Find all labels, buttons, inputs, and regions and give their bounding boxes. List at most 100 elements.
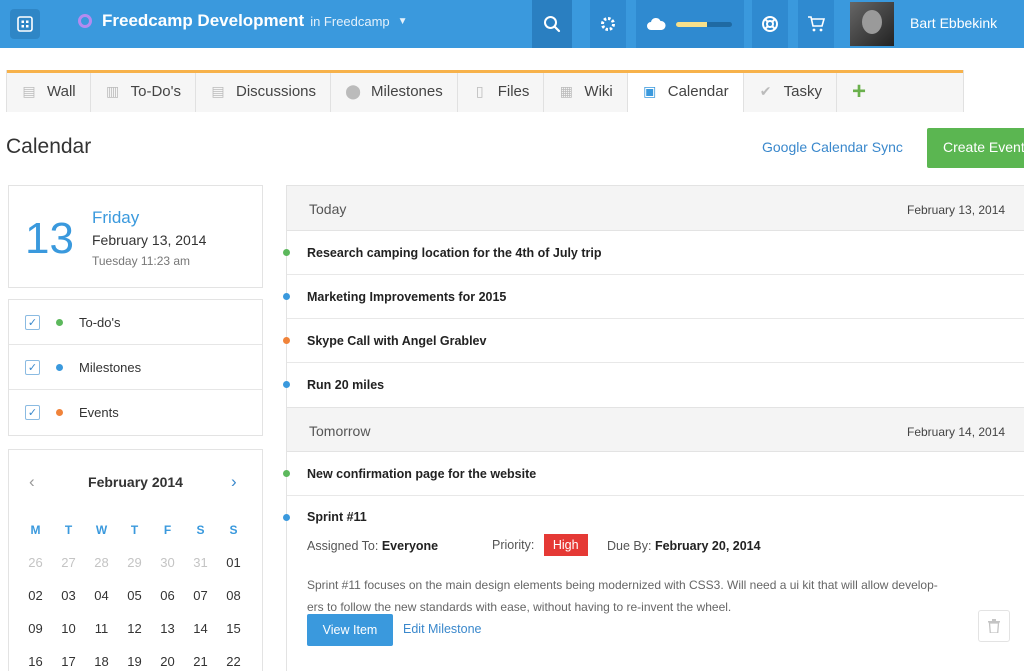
plus-icon: + [851, 77, 866, 105]
agenda-item[interactable]: Skype Call with Angel Grablev [283, 319, 1024, 363]
calendar-day[interactable]: 14 [184, 621, 217, 636]
milestones-icon: ⬤ [345, 83, 361, 99]
edit-milestone-link[interactable]: Edit Milestone [403, 622, 482, 636]
calendar-day[interactable]: 05 [118, 588, 151, 603]
tab-milestones[interactable]: ⬤ Milestones [331, 71, 458, 112]
calendar-day[interactable]: 03 [52, 588, 85, 603]
checkbox-checked-icon[interactable]: ✓ [25, 359, 40, 375]
weekday-header-row: MTWTFSS [19, 513, 251, 546]
calendar-day[interactable]: 04 [85, 588, 118, 603]
discussions-icon: ▤ [211, 83, 225, 99]
tab-wiki[interactable]: ▦ Wiki [544, 71, 628, 112]
chevron-right-icon[interactable]: › [231, 472, 237, 492]
wiki-icon: ▦ [559, 83, 574, 99]
filter-todos[interactable]: ✓ To-do's [9, 300, 262, 345]
calendar-day[interactable]: 20 [151, 654, 184, 669]
calendar-day[interactable]: 29 [118, 555, 151, 570]
cart-button[interactable] [798, 0, 834, 48]
google-calendar-sync-link[interactable]: Google Calendar Sync [762, 139, 903, 155]
project-switcher[interactable]: Freedcamp Development in Freedcamp ▼ [78, 11, 408, 31]
wall-icon: ▤ [22, 83, 36, 99]
calendar-day[interactable]: 27 [52, 555, 85, 570]
tab-label: Calendar [667, 83, 729, 100]
lifebuoy-icon [762, 16, 778, 32]
calendar-day[interactable]: 13 [151, 621, 184, 636]
tab-discussions[interactable]: ▤ Discussions [196, 71, 332, 112]
search-button[interactable] [532, 0, 572, 48]
calendar-day[interactable]: 26 [19, 555, 52, 570]
tab-calendar[interactable]: ▣ Calendar [627, 71, 744, 112]
agenda-item[interactable]: Run 20 miles [283, 363, 1024, 407]
calendar-day[interactable]: 22 [217, 654, 250, 669]
tab-todos[interactable]: ▥ To-Do's [91, 71, 196, 112]
help-button[interactable] [752, 0, 788, 48]
calendar-day[interactable]: 17 [52, 654, 85, 669]
storage-meter [676, 21, 732, 27]
agenda-item[interactable]: New confirmation page for the website [283, 452, 1024, 496]
calendar-icon: ▣ [643, 83, 657, 99]
view-item-button[interactable]: View Item [307, 614, 393, 646]
calendar-day[interactable]: 11 [85, 621, 118, 636]
apps-grid-button[interactable] [10, 9, 40, 39]
tab-label: Files [497, 83, 530, 100]
milestone-dot [56, 363, 63, 371]
milestone-dot [283, 293, 290, 300]
project-color-icon [78, 14, 92, 28]
checkbox-checked-icon[interactable]: ✓ [25, 314, 40, 330]
tab-label: Tasky [783, 83, 822, 100]
search-icon [544, 16, 561, 33]
tab-wall[interactable]: ▤ Wall [7, 71, 91, 112]
delete-button[interactable] [978, 610, 1010, 642]
filter-milestones[interactable]: ✓ Milestones [9, 345, 262, 390]
filter-events[interactable]: ✓ Events [9, 390, 262, 435]
filter-label: To-do's [79, 314, 121, 330]
tab-files[interactable]: ▯ Files [458, 71, 545, 112]
calendar-day[interactable]: 02 [19, 588, 52, 603]
check-icon: ✔ [759, 83, 772, 99]
description-line: Sprint #11 focuses on the main design el… [307, 578, 938, 592]
weekday-label: F [163, 522, 172, 537]
calendar-day[interactable]: 28 [85, 555, 118, 570]
avatar[interactable] [850, 2, 894, 46]
agenda-item[interactable]: Marketing Improvements for 2015 [283, 275, 1024, 319]
due-by: Due By: February 20, 2014 [607, 539, 761, 553]
page-title: Calendar [6, 135, 92, 158]
assigned-label: Assigned To: [307, 539, 379, 553]
settings-button[interactable] [590, 0, 626, 48]
calendar-day[interactable]: 09 [19, 621, 52, 636]
calendar-day[interactable]: 21 [184, 654, 217, 669]
create-event-button[interactable]: Create Event [927, 128, 1024, 168]
calendar-day[interactable]: 10 [52, 621, 85, 636]
user-name[interactable]: Bart Ebbekink [910, 15, 997, 31]
calendar-week-row: 16 17 18 19 20 21 22 [19, 645, 251, 671]
add-app-button[interactable]: + [837, 71, 881, 112]
calendar-day[interactable]: 15 [217, 621, 250, 636]
caret-down-icon: ▼ [397, 15, 408, 27]
day-header-today: Today February 13, 2014 [287, 186, 1024, 231]
calendar-day[interactable]: 16 [19, 654, 52, 669]
project-name: Freedcamp Development [102, 11, 305, 30]
cart-icon [808, 16, 825, 32]
grid-icon [17, 16, 33, 32]
calendar-day[interactable]: 06 [151, 588, 184, 603]
calendar-day[interactable]: 01 [217, 555, 250, 570]
storage-button[interactable] [636, 0, 744, 48]
trash-icon [988, 619, 1000, 633]
calendar-day[interactable]: 08 [217, 588, 250, 603]
calendar-day[interactable]: 19 [118, 654, 151, 669]
tab-tasky[interactable]: ✔ Tasky [744, 71, 837, 112]
priority-badge: High [543, 534, 588, 556]
calendar-day[interactable]: 07 [184, 588, 217, 603]
agenda-item[interactable]: Research camping location for the 4th of… [283, 231, 1024, 275]
calendar-day[interactable]: 12 [118, 621, 151, 636]
agenda-item-title[interactable]: Sprint #11 [307, 510, 367, 524]
calendar-filters: ✓ To-do's ✓ Milestones ✓ Events [8, 299, 263, 436]
calendar-day[interactable]: 31 [184, 555, 217, 570]
calendar-week-row: 02 03 04 05 06 07 08 [19, 579, 251, 612]
calendar-day[interactable]: 30 [151, 555, 184, 570]
priority-label: Priority: [492, 538, 535, 552]
calendar-day[interactable]: 18 [85, 654, 118, 669]
weekday-label: S [196, 522, 205, 537]
weekday-label: M [30, 522, 41, 537]
checkbox-checked-icon[interactable]: ✓ [25, 405, 40, 420]
